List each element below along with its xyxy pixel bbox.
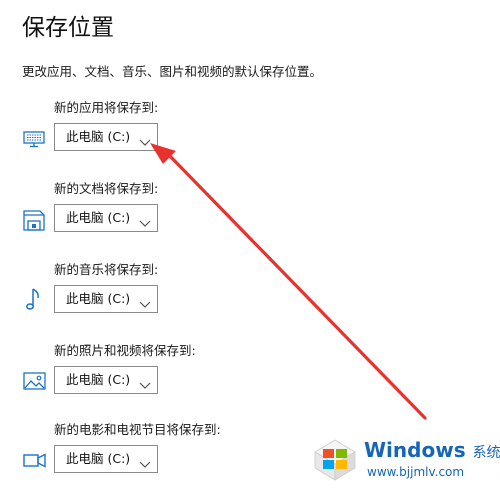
storage-settings-page: 保存位置 更改应用、文档、音乐、图片和视频的默认保存位置。 新的应用将保存到: … <box>0 0 500 488</box>
movies-tv-location-dropdown[interactable]: 此电脑 (C:) <box>54 445 158 473</box>
chevron-down-icon <box>139 294 151 308</box>
apps-location-dropdown[interactable]: 此电脑 (C:) <box>54 123 158 151</box>
watermark-brand-cn: 系统之家 <box>472 445 500 461</box>
watermark: Windows 系统之家 www.bjjmlv.com <box>311 432 500 486</box>
music-location-dropdown[interactable]: 此电脑 (C:) <box>54 285 158 313</box>
documents-save-label: 新的文档将保存到: <box>54 181 159 196</box>
watermark-brand: Windows 系统之家 <box>364 439 500 464</box>
windows-logo-icon <box>311 438 359 486</box>
monitor-icon <box>21 126 47 152</box>
video-camera-icon <box>21 447 47 473</box>
music-note-icon <box>21 286 47 312</box>
photos-videos-location-dropdown[interactable]: 此电脑 (C:) <box>54 366 158 394</box>
chevron-down-icon <box>139 132 151 146</box>
chevron-down-icon <box>139 454 151 468</box>
chevron-down-icon <box>139 375 151 389</box>
photos-videos-location-value: 此电脑 (C:) <box>66 372 131 387</box>
movies-tv-save-label: 新的电影和电视节目将保存到: <box>54 422 221 437</box>
music-location-value: 此电脑 (C:) <box>66 291 131 306</box>
apps-save-label: 新的应用将保存到: <box>54 100 159 115</box>
document-drive-icon <box>21 207 47 233</box>
apps-location-value: 此电脑 (C:) <box>66 129 131 144</box>
page-description: 更改应用、文档、音乐、图片和视频的默认保存位置。 <box>22 64 323 79</box>
movies-tv-location-value: 此电脑 (C:) <box>66 451 131 466</box>
chevron-down-icon <box>139 213 151 227</box>
watermark-url: www.bjjmlv.com <box>367 465 465 479</box>
documents-location-value: 此电脑 (C:) <box>66 210 131 225</box>
page-title: 保存位置 <box>22 15 114 41</box>
photos-videos-save-label: 新的照片和视频将保存到: <box>54 343 196 358</box>
documents-location-dropdown[interactable]: 此电脑 (C:) <box>54 204 158 232</box>
music-save-label: 新的音乐将保存到: <box>54 262 159 277</box>
watermark-brand-en: Windows <box>364 438 466 462</box>
picture-icon <box>21 368 47 394</box>
